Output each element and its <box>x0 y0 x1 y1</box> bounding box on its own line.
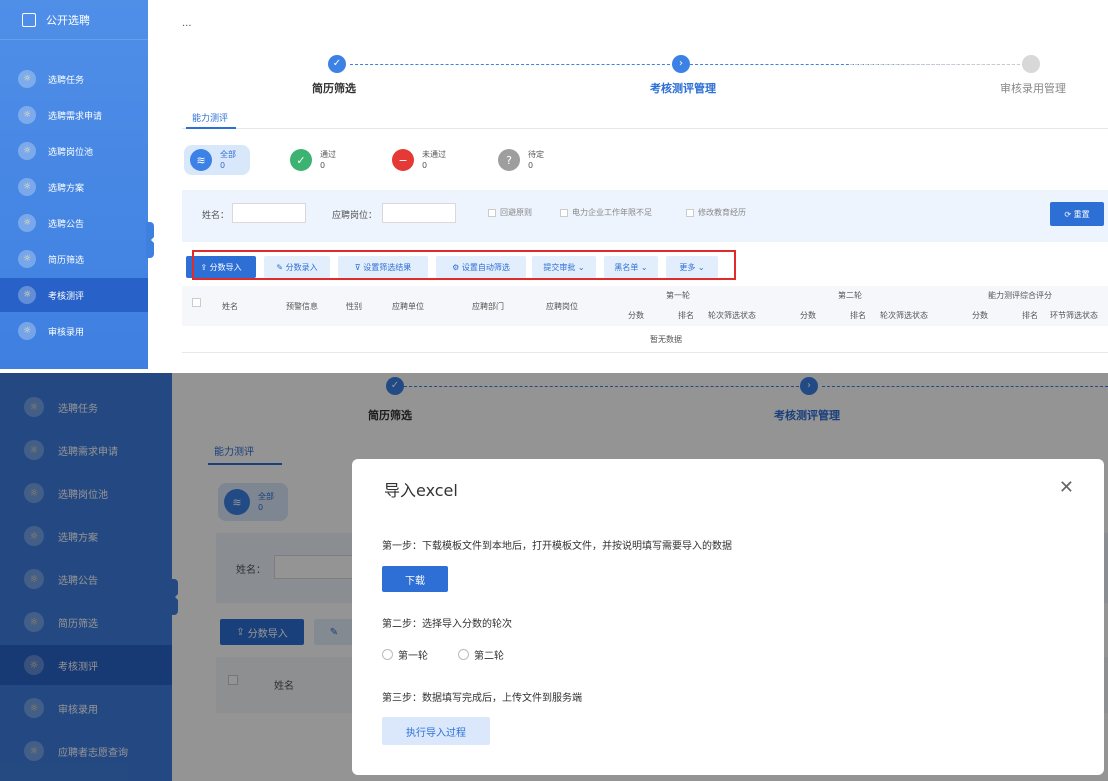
bulb-icon: ☼ <box>18 322 36 340</box>
sidebar: 公开选聘 ☼ 选聘任务 ☼ 选聘需求申请 ☼ 选聘岗位池 ☼ 选聘方案 ☼ 选聘公告 ☼ 简… <box>0 0 148 370</box>
column-unit[interactable]: 应聘单位 <box>392 301 424 312</box>
main-content: ... ✓ › 简历筛选 考核测评管理 审核录用管理 能力测评 ≋ 全部 0 ✓ … <box>160 0 1108 370</box>
bulb-icon: ☼ <box>18 106 36 124</box>
import-excel-dialog: 导入excel ✕ 第一步：下载模板文件到本地后，打开模板文件，并按说明填写需要… <box>352 459 1104 775</box>
sub-header: 排名 <box>850 311 866 320</box>
step-connector <box>350 64 680 65</box>
sidebar-item-assessment[interactable]: ☼ 考核测评 <box>0 278 148 312</box>
sub-header: 轮次筛选状态 <box>880 311 928 320</box>
stat-all[interactable]: ≋ 全部 0 <box>184 145 250 175</box>
checkbox-work-years[interactable]: 电力企业工作年限不足 <box>560 207 652 218</box>
radio-round-1[interactable]: 第一轮 <box>382 647 428 662</box>
sidebar-item-tasks[interactable]: ☼ 选聘任务 <box>0 62 148 96</box>
position-label: 应聘岗位： <box>332 211 378 221</box>
radio-round-2[interactable]: 第二轮 <box>458 647 504 662</box>
bulb-icon: ☼ <box>18 178 36 196</box>
dialog-title: 导入excel <box>384 481 458 500</box>
step-assessment-management[interactable]: 考核测评管理 <box>650 80 716 96</box>
table-bottom-border <box>182 352 1108 353</box>
bulb-icon: ☼ <box>18 250 36 268</box>
breadcrumb: ... <box>182 18 192 29</box>
bulb-icon: ☼ <box>18 286 36 304</box>
radio-icon <box>458 649 469 660</box>
sub-header: 轮次筛选状态 <box>708 311 756 320</box>
tab-divider <box>182 128 1108 129</box>
filter-bar: 姓名： 应聘岗位： 回避原则 电力企业工作年限不足 修改教育经历 ⟳ 重置 <box>182 190 1108 242</box>
tab-ability-assessment[interactable]: 能力测评 <box>192 111 228 124</box>
bottom-screenshot: ☼ 选聘任务 ☼ 选聘需求申请 ☼ 选聘岗位池 ☼ 选聘方案 ☼ 选聘公告 ☼ 简历筛选 ☼… <box>0 373 1108 781</box>
group-round-2: 第二轮 <box>838 291 862 300</box>
name-label: 姓名： <box>202 211 230 221</box>
refresh-icon: ⟳ <box>1064 209 1074 219</box>
sidebar-collapse-toggle[interactable] <box>146 222 154 258</box>
table-header: 姓名 预警信息 性别 应聘单位 应聘部门 应聘岗位 第一轮 第二轮 能力测评综合… <box>182 286 1108 326</box>
step1-instruction: 第一步：下载模板文件到本地后，打开模板文件，并按说明填写需要导入的数据 <box>382 541 732 552</box>
layers-icon: ≋ <box>190 149 212 171</box>
bulb-icon: ☼ <box>18 214 36 232</box>
step3-instruction: 第三步：数据填写完成后，上传文件到服务端 <box>382 693 582 704</box>
stat-passed[interactable]: ✓ 通过 0 <box>290 149 336 171</box>
checkbox-avoidance[interactable]: 回避原则 <box>488 207 532 218</box>
radio-icon <box>382 649 393 660</box>
sidebar-item-position-pool[interactable]: ☼ 选聘岗位池 <box>0 134 148 168</box>
sidebar-item-review-hire[interactable]: ☼ 审核录用 <box>0 314 148 348</box>
sidebar-item-demand[interactable]: ☼ 选聘需求申请 <box>0 98 148 132</box>
reset-button[interactable]: ⟳ 重置 <box>1050 202 1104 226</box>
sub-header: 分数 <box>628 311 644 320</box>
column-warning[interactable]: 预警信息 <box>286 301 318 312</box>
download-button[interactable]: 下载 <box>382 566 448 592</box>
sidebar-item-resume-screening[interactable]: ☼ 简历筛选 <box>0 242 148 276</box>
tab-active-indicator <box>186 127 236 129</box>
step-resume-screening[interactable]: 简历筛选 <box>312 80 356 96</box>
app-title: 公开选聘 <box>46 13 90 27</box>
document-icon <box>22 12 36 27</box>
highlight-annotation-box <box>192 250 736 280</box>
top-screenshot: 公开选聘 ☼ 选聘任务 ☼ 选聘需求申请 ☼ 选聘岗位池 ☼ 选聘方案 ☼ 选聘公告 ☼ 简… <box>0 0 1108 370</box>
empty-state: 暂无数据 <box>650 335 682 344</box>
sub-header: 分数 <box>972 311 988 320</box>
bulb-icon: ☼ <box>18 142 36 160</box>
chevron-right-icon: › <box>672 55 690 73</box>
group-overall-score: 能力测评综合评分 <box>988 291 1052 300</box>
sub-header: 分数 <box>800 311 816 320</box>
bulb-icon: ☼ <box>18 70 36 88</box>
pending-step-dot <box>1022 55 1040 73</box>
column-position[interactable]: 应聘岗位 <box>546 301 578 312</box>
group-round-1: 第一轮 <box>666 291 690 300</box>
sidebar-header: 公开选聘 <box>0 0 148 40</box>
step-connector-pending <box>850 64 1020 65</box>
execute-import-button[interactable]: 执行导入过程 <box>382 717 490 745</box>
stat-failed[interactable]: − 未通过 0 <box>392 149 446 171</box>
checkbox-edu-change[interactable]: 修改教育经历 <box>686 207 746 218</box>
sub-header: 环节筛选状态 <box>1050 311 1098 320</box>
stat-pending[interactable]: ? 待定 0 <box>498 149 544 171</box>
step2-instruction: 第二步：选择导入分数的轮次 <box>382 619 512 630</box>
minus-circle-icon: − <box>392 149 414 171</box>
check-icon: ✓ <box>328 55 346 73</box>
question-icon: ? <box>498 149 520 171</box>
name-input[interactable] <box>232 203 306 223</box>
sub-header: 排名 <box>1022 311 1038 320</box>
close-icon[interactable]: ✕ <box>1059 477 1074 498</box>
column-gender[interactable]: 性别 <box>346 301 362 312</box>
column-department[interactable]: 应聘部门 <box>472 301 504 312</box>
position-input[interactable] <box>382 203 456 223</box>
sub-header: 排名 <box>678 311 694 320</box>
select-all-checkbox[interactable] <box>192 298 201 307</box>
sidebar-item-plan[interactable]: ☼ 选聘方案 <box>0 170 148 204</box>
sidebar-item-announcement[interactable]: ☼ 选聘公告 <box>0 206 148 240</box>
column-name[interactable]: 姓名 <box>222 301 238 312</box>
user-check-icon: ✓ <box>290 149 312 171</box>
step-review-hire-management[interactable]: 审核录用管理 <box>1000 80 1066 96</box>
